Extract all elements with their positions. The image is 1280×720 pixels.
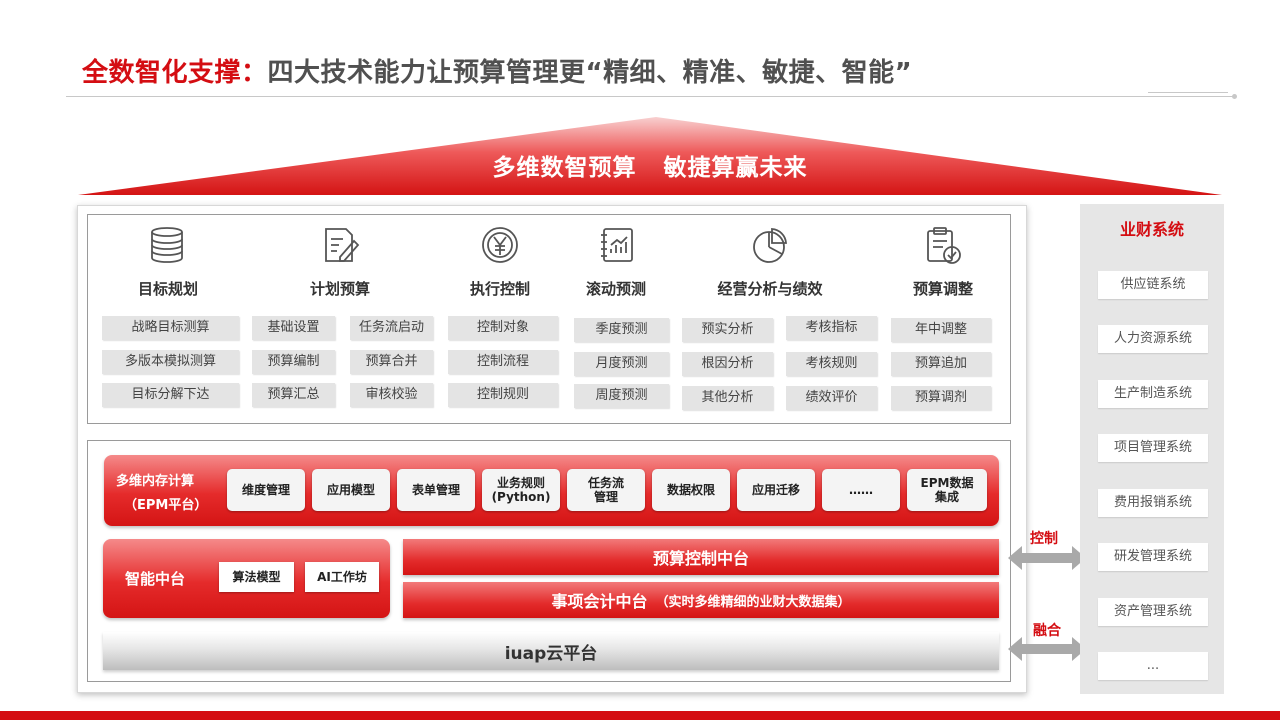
roof-slogan: 多维数智预算 敏捷算赢未来	[492, 155, 808, 181]
double-arrow-icon	[1008, 546, 1086, 570]
module-item[interactable]: 月度预测	[574, 352, 669, 376]
side-system-item[interactable]: 人力资源系统	[1098, 325, 1208, 353]
ai-workshop-button[interactable]: AI工作坊	[305, 562, 379, 592]
epm-task-flow-button[interactable]: 任务流 管理	[567, 469, 645, 511]
module-item[interactable]: 基础设置	[252, 316, 335, 340]
epm-application-migration-button[interactable]: 应用迁移	[737, 469, 815, 511]
accounting-platform-label: 事项会计中台	[551, 592, 648, 611]
title-divider	[66, 96, 1234, 97]
module-item[interactable]: 考核规则	[786, 352, 877, 376]
yen-coin-icon	[482, 227, 518, 263]
module-item[interactable]: 任务流启动	[350, 316, 433, 340]
module-item[interactable]: 其他分析	[682, 386, 773, 410]
module-title-analysis-performance: 经营分析与绩效	[717, 280, 823, 298]
module-item[interactable]: 根因分析	[682, 352, 773, 376]
page-title-main: 四大技术能力让预算管理更“精细、精准、敏捷、智能”	[267, 58, 913, 88]
module-item[interactable]: 季度预测	[574, 318, 669, 342]
module-title-plan-budget: 计划预算	[309, 280, 370, 298]
database-icon	[151, 227, 183, 263]
module-item[interactable]: 控制流程	[448, 350, 558, 374]
chart-notebook-icon	[601, 228, 633, 262]
module-title-budget-adjustment: 预算调整	[912, 280, 973, 298]
module-title-execution-control: 执行控制	[469, 280, 530, 298]
module-item[interactable]: 预算汇总	[252, 383, 335, 407]
module-item[interactable]: 控制对象	[448, 316, 558, 340]
iuap-cloud-platform-label: iuap云平台	[504, 643, 598, 664]
edit-document-icon	[325, 228, 360, 262]
side-system-item[interactable]: ...	[1098, 652, 1208, 680]
module-item[interactable]: 预算追加	[891, 352, 991, 376]
page-title: 全数智化支撑：四大技术能力让预算管理更“精细、精准、敏捷、智能”	[82, 52, 912, 89]
side-system-item[interactable]: 生产制造系统	[1098, 380, 1208, 408]
epm-platform-label: 多维内存计算	[116, 474, 195, 489]
side-system-item[interactable]: 费用报销系统	[1098, 489, 1208, 517]
pie-chart-icon	[753, 228, 787, 263]
module-item[interactable]: 预实分析	[682, 318, 773, 342]
accounting-platform-bar: 事项会计中台 （实时多维精细的业财大数据集）	[403, 582, 999, 618]
module-item[interactable]: 多版本模拟测算	[102, 350, 239, 374]
module-item[interactable]: 周度预测	[574, 384, 669, 408]
epm-dimension-management-button[interactable]: 维度管理	[227, 469, 305, 511]
business-systems-title: 业财系统	[1119, 220, 1184, 239]
module-item[interactable]: 预算合并	[350, 350, 433, 374]
module-title-target-planning: 目标规划	[137, 280, 198, 298]
module-item[interactable]: 控制规则	[448, 383, 558, 407]
epm-data-permission-button[interactable]: 数据权限	[652, 469, 730, 511]
module-item[interactable]: 预算调剂	[891, 386, 991, 410]
clipboard-check-icon	[927, 227, 961, 264]
double-arrow-icon	[1008, 637, 1086, 661]
accounting-platform-sublabel: （实时多维精细的业财大数据集）	[655, 594, 851, 610]
budget-control-platform-label: 预算控制中台	[652, 549, 749, 568]
budget-control-platform-bar: 预算控制中台	[403, 539, 999, 575]
side-system-item[interactable]: 研发管理系统	[1098, 543, 1208, 571]
ai-platform-label: 智能中台	[125, 570, 186, 588]
epm-data-integration-button[interactable]: EPM数据 集成	[907, 469, 987, 511]
module-item[interactable]: 战略目标测算	[102, 316, 239, 340]
epm-application-model-button[interactable]: 应用模型	[312, 469, 390, 511]
module-title-rolling-forecast: 滚动预测	[585, 280, 646, 298]
iuap-cloud-platform-bar: iuap云平台	[103, 632, 999, 670]
module-item[interactable]: 审核校验	[350, 383, 433, 407]
title-divider-dot	[1232, 94, 1237, 99]
bottom-brand-band	[0, 711, 1280, 720]
module-item[interactable]: 绩效评价	[786, 386, 877, 410]
algorithm-model-button[interactable]: 算法模型	[219, 562, 294, 592]
epm-platform-sublabel: （EPM平台）	[124, 498, 208, 513]
side-system-item[interactable]: 项目管理系统	[1098, 434, 1208, 462]
epm-more-button[interactable]: ……	[822, 469, 900, 511]
module-item[interactable]: 预算编制	[252, 350, 335, 374]
epm-form-management-button[interactable]: 表单管理	[397, 469, 475, 511]
module-item[interactable]: 年中调整	[891, 318, 991, 342]
page-title-highlight: 全数智化支撑：	[82, 58, 268, 88]
module-item[interactable]: 考核指标	[786, 316, 877, 340]
epm-business-rules-button[interactable]: 业务规则 (Python)	[482, 469, 560, 511]
side-system-item[interactable]: 供应链系统	[1098, 271, 1208, 299]
module-item[interactable]: 目标分解下达	[102, 383, 239, 407]
side-system-item[interactable]: 资产管理系统	[1098, 598, 1208, 626]
title-divider-accent	[1148, 92, 1228, 93]
